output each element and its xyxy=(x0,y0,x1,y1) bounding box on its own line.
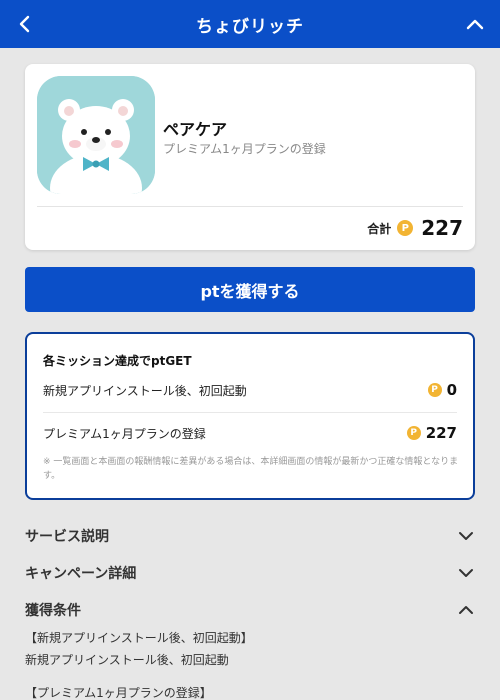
accordion-service-description[interactable]: サービス説明 xyxy=(25,523,475,549)
mission-box: 各ミッション達成でptGET 新規アプリインストール後、初回起動 P 0 プレミ… xyxy=(25,332,475,500)
accordion-label: サービス説明 xyxy=(25,529,109,545)
point-coin-icon: P xyxy=(397,220,414,236)
divider xyxy=(43,412,457,413)
divider xyxy=(37,206,463,207)
chevron-up-icon xyxy=(457,601,475,619)
app-name: ペアケア xyxy=(163,120,228,139)
mission-points-value: 0 xyxy=(446,381,457,399)
total-points: 合計 P 227 xyxy=(367,216,463,240)
mission-points-value: 227 xyxy=(425,424,457,442)
mission-row: プレミアム1ヶ月プランの登録 P 227 xyxy=(43,422,457,444)
point-coin-icon: P xyxy=(406,426,421,440)
accordion-label: キャンペーン詳細 xyxy=(25,566,137,582)
back-button[interactable] xyxy=(10,9,40,39)
app-card: ペアケア プレミアム1ヶ月プランの登録 合計 P 227 xyxy=(25,64,475,250)
chevron-down-icon xyxy=(457,527,475,545)
header-title: ちょびリッチ xyxy=(196,16,304,37)
mission-note: ※ 一覧画面と本画面の報酬情報に差異がある場合は、本詳細画面の情報が最新かつ正確… xyxy=(43,457,459,481)
app-header: ちょびリッチ xyxy=(0,0,500,48)
total-value: 227 xyxy=(421,216,463,240)
app-subtitle: プレミアム1ヶ月プランの登録 xyxy=(163,142,326,156)
mission-points: P 0 xyxy=(427,381,457,399)
get-points-button[interactable]: ptを獲得する xyxy=(25,267,475,312)
chevron-left-icon xyxy=(19,15,30,33)
accordion-campaign-details[interactable]: キャンペーン詳細 xyxy=(25,560,475,586)
condition-heading: 【プレミアム1ヶ月プランの登録】 xyxy=(25,686,212,700)
point-coin-icon: P xyxy=(427,383,442,397)
chevron-down-icon xyxy=(457,564,475,582)
mission-row: 新規アプリインストール後、初回起動 P 0 xyxy=(43,379,457,401)
collapse-button[interactable] xyxy=(460,9,490,39)
mission-label: 新規アプリインストール後、初回起動 xyxy=(43,383,247,398)
condition-body: 新規アプリインストール後、初回起動 xyxy=(25,653,229,667)
accordion-acquisition-conditions[interactable]: 獲得条件 xyxy=(25,597,475,623)
mission-title: 各ミッション達成でptGET xyxy=(43,354,192,368)
total-label: 合計 xyxy=(367,221,392,236)
mission-label: プレミアム1ヶ月プランの登録 xyxy=(43,426,206,441)
polar-bear-app-icon xyxy=(37,76,155,194)
accordion-label: 獲得条件 xyxy=(25,603,81,619)
mission-points: P 227 xyxy=(406,424,457,442)
condition-heading: 【新規アプリインストール後、初回起動】 xyxy=(25,631,253,645)
chevron-up-icon xyxy=(466,19,484,30)
